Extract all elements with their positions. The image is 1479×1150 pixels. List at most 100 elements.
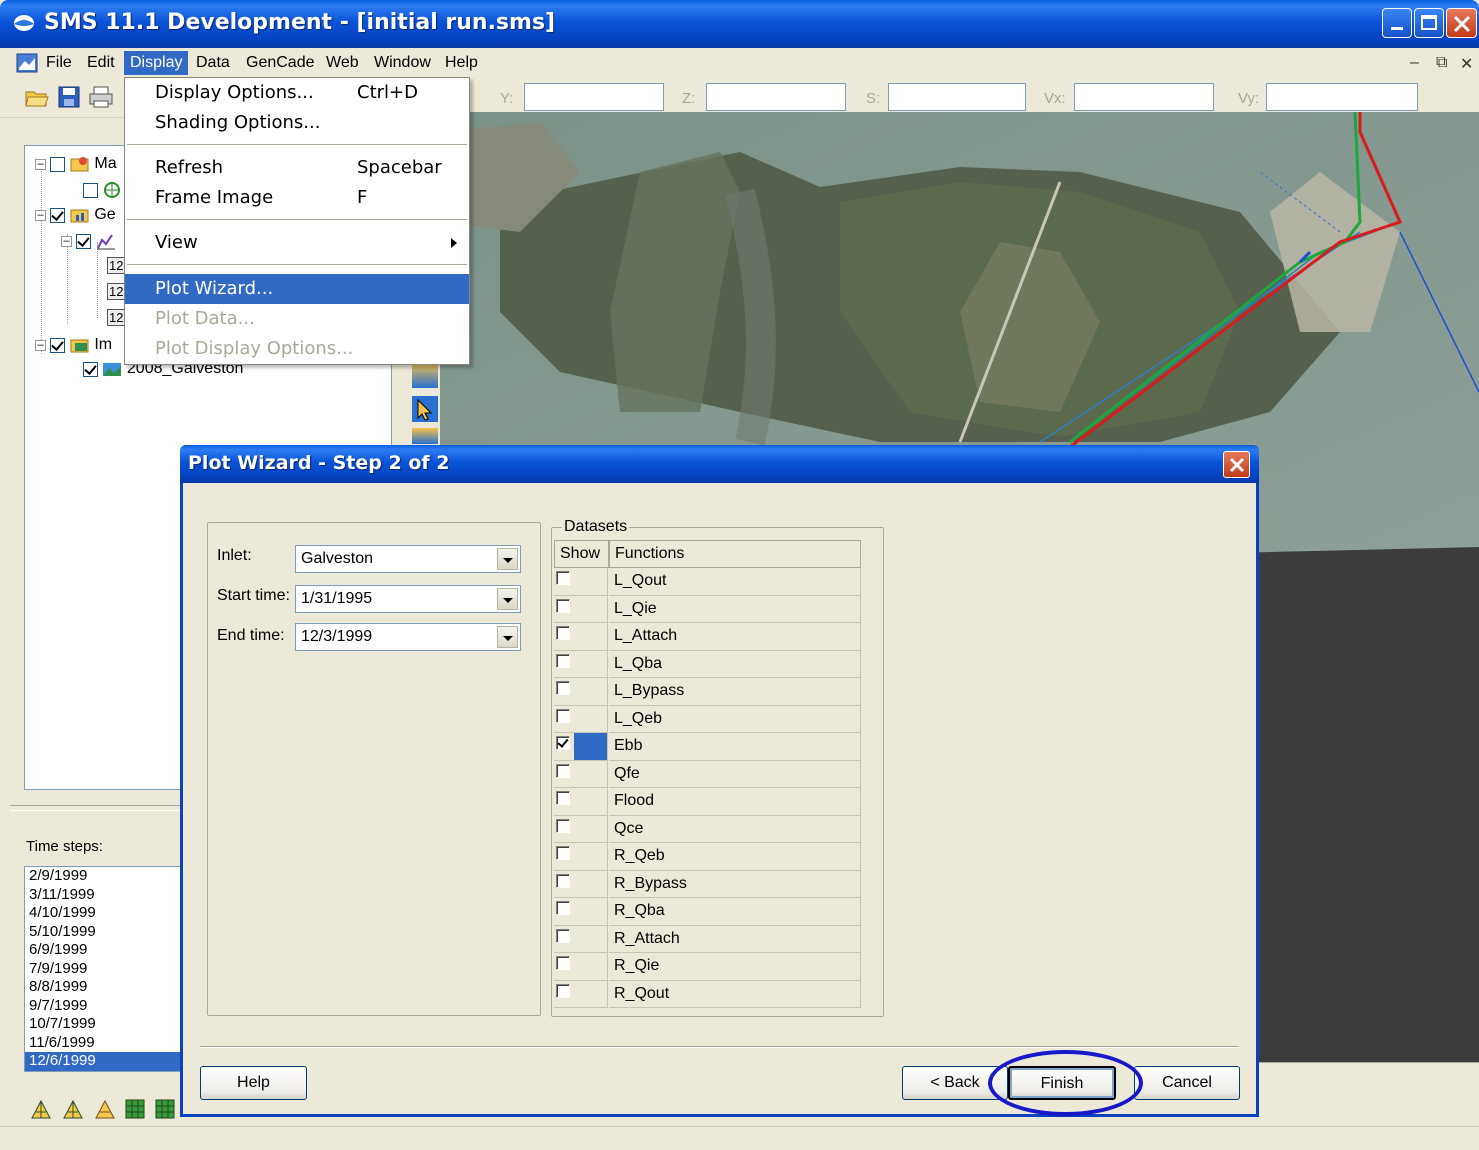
time-steps-list[interactable]: 2/9/1999 3/11/1999 4/10/1999 5/10/1999 6… [24, 866, 184, 1072]
mdi-restore-button[interactable]: ⧉ [1436, 54, 1447, 72]
show-checkbox[interactable] [556, 736, 570, 750]
show-cell[interactable] [554, 733, 608, 761]
tree-row-plot-item[interactable]: 12 [107, 283, 126, 300]
show-cell[interactable] [554, 870, 608, 898]
show-cell[interactable] [554, 843, 608, 871]
dataset-row[interactable]: L_Qout [554, 568, 861, 596]
time-step-item[interactable]: 5/10/1999 [25, 923, 183, 942]
tree-row-gencade[interactable]: – Ge [35, 206, 116, 224]
dataset-row[interactable]: R_Qout [554, 980, 861, 1008]
show-checkbox[interactable] [556, 571, 570, 585]
dropdown-arrow-icon[interactable] [497, 588, 518, 610]
visibility-checkbox[interactable] [83, 182, 98, 198]
show-cell[interactable] [554, 980, 608, 1008]
collapse-icon[interactable]: – [35, 339, 46, 351]
dataset-row[interactable]: L_Attach [554, 623, 861, 651]
visibility-checkbox[interactable] [76, 233, 92, 249]
dataset-row[interactable]: R_Qie [554, 953, 861, 981]
time-step-item-selected[interactable]: 12/6/1999 [25, 1052, 183, 1071]
grid-tool-icon[interactable] [124, 1098, 146, 1120]
dataset-row[interactable]: L_Bypass [554, 678, 861, 706]
function-cell[interactable]: R_Qout [609, 980, 861, 1008]
show-cell[interactable] [554, 595, 608, 623]
show-cell[interactable] [554, 953, 608, 981]
dataset-row[interactable]: Ebb [554, 733, 861, 761]
menu-display[interactable]: Display [124, 51, 189, 75]
visibility-checkbox[interactable] [50, 207, 66, 223]
open-folder-icon[interactable] [24, 84, 50, 110]
save-icon[interactable] [56, 84, 82, 110]
start-time-select[interactable]: 1/31/1995 [295, 585, 521, 613]
function-cell[interactable]: R_Qie [609, 953, 861, 981]
visibility-checkbox[interactable] [83, 361, 98, 377]
mesh-tool-icon[interactable] [30, 1098, 52, 1120]
tree-row-coverage[interactable] [83, 181, 122, 199]
menu-frame-image[interactable]: Frame Image F [125, 183, 469, 213]
tree-row-images[interactable]: – Im [35, 336, 112, 354]
time-step-item[interactable]: 3/11/1999 [25, 886, 183, 905]
dataset-row[interactable]: Qfe [554, 760, 861, 788]
maximize-button[interactable] [1414, 8, 1444, 38]
show-cell[interactable] [554, 678, 608, 706]
dataset-row[interactable]: R_Qeb [554, 843, 861, 871]
show-cell[interactable] [554, 623, 608, 651]
visibility-checkbox[interactable] [50, 156, 66, 172]
time-step-item[interactable]: 6/9/1999 [25, 941, 183, 960]
collapse-icon[interactable]: – [35, 209, 46, 221]
select-tool-icon[interactable] [412, 396, 438, 422]
menu-plot-wizard[interactable]: Plot Wizard... [125, 274, 469, 304]
function-cell[interactable]: Qfe [609, 760, 861, 788]
show-cell[interactable] [554, 568, 608, 596]
menu-view[interactable]: View [125, 228, 469, 258]
function-cell[interactable]: R_Attach [609, 925, 861, 953]
function-cell[interactable]: L_Qba [609, 650, 861, 678]
menu-data[interactable]: Data [190, 51, 236, 75]
show-checkbox[interactable] [556, 708, 570, 723]
show-cell[interactable] [554, 760, 608, 788]
tool-icon[interactable] [412, 428, 438, 444]
show-cell[interactable] [554, 925, 608, 953]
menu-plot-display-options[interactable]: Plot Display Options... [125, 334, 469, 364]
column-header-show[interactable]: Show [554, 540, 609, 568]
show-cell[interactable] [554, 898, 608, 926]
tool-icon[interactable] [412, 362, 438, 388]
tree-row-map[interactable]: – Ma [35, 155, 117, 173]
mesh-tool-icon[interactable] [94, 1098, 116, 1120]
show-cell[interactable] [554, 705, 608, 733]
dataset-row[interactable]: R_Attach [554, 925, 861, 953]
dataset-row[interactable]: L_Qie [554, 595, 861, 623]
time-step-item[interactable]: 7/9/1999 [25, 960, 183, 979]
dialog-close-button[interactable] [1223, 451, 1250, 478]
inlet-select[interactable]: Galveston [295, 545, 521, 573]
minimize-button[interactable] [1382, 8, 1412, 38]
show-checkbox[interactable] [556, 598, 570, 613]
function-cell[interactable]: R_Bypass [609, 870, 861, 898]
function-cell[interactable]: L_Qie [609, 595, 861, 623]
time-step-item[interactable]: 4/10/1999 [25, 904, 183, 923]
show-checkbox[interactable] [556, 928, 570, 943]
function-cell[interactable]: L_Attach [609, 623, 861, 651]
show-checkbox[interactable] [556, 791, 570, 805]
dropdown-arrow-icon[interactable] [497, 548, 518, 570]
show-checkbox[interactable] [556, 626, 570, 640]
time-step-item[interactable]: 9/7/1999 [25, 997, 183, 1016]
horizontal-scrollbar[interactable] [1258, 1062, 1479, 1084]
show-checkbox[interactable] [556, 956, 570, 970]
mesh-tool-icon[interactable] [62, 1098, 84, 1120]
show-cell[interactable] [554, 650, 608, 678]
menu-gencade[interactable]: GenCade [240, 51, 321, 75]
show-checkbox[interactable] [556, 983, 570, 998]
function-cell[interactable]: L_Bypass [609, 678, 861, 706]
dataset-row[interactable]: Qce [554, 815, 861, 843]
show-checkbox[interactable] [556, 901, 570, 915]
mdi-close-button[interactable]: ✕ [1460, 54, 1473, 74]
function-cell[interactable]: Qce [609, 815, 861, 843]
menu-file[interactable]: File [40, 51, 78, 75]
menu-shading-options[interactable]: Shading Options... [125, 108, 469, 138]
show-cell[interactable] [554, 815, 608, 843]
menu-plot-data[interactable]: Plot Data... [125, 304, 469, 334]
menu-help[interactable]: Help [439, 51, 484, 75]
show-checkbox[interactable] [556, 763, 570, 778]
collapse-icon[interactable]: – [35, 158, 46, 170]
dropdown-arrow-icon[interactable] [497, 626, 518, 648]
